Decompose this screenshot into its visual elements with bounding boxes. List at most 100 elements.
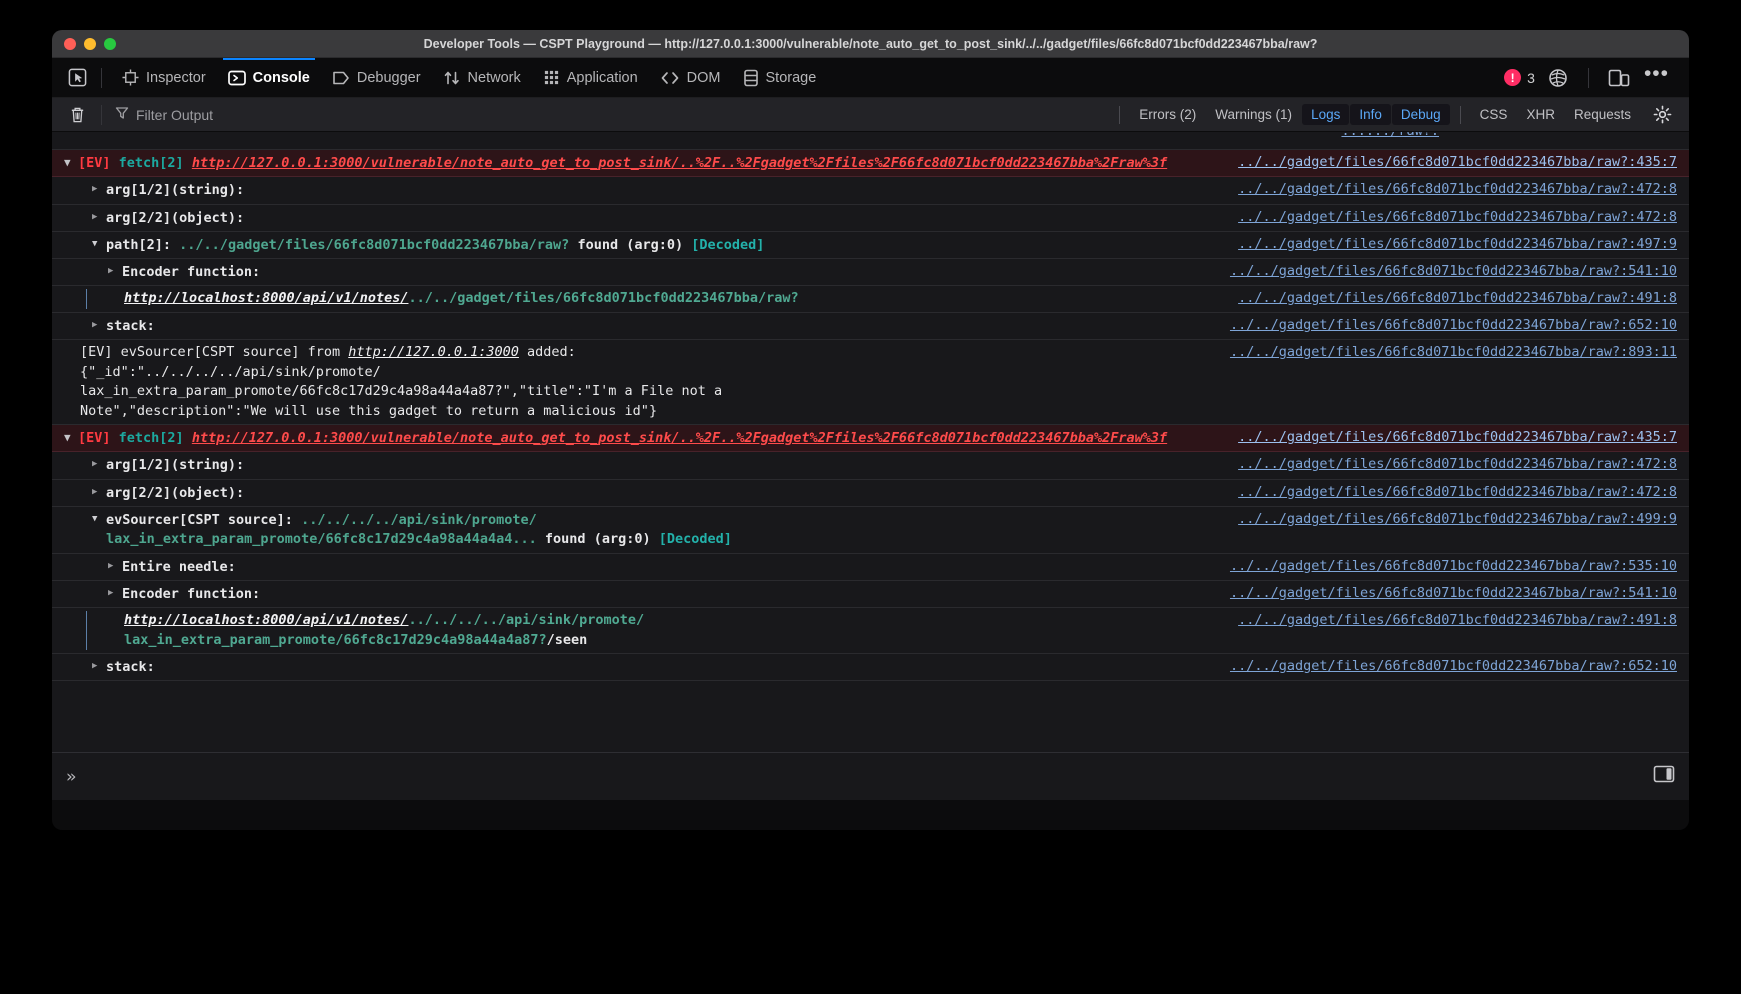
console-row-error[interactable]: ▼ [EV] fetch[2] http://127.0.0.1:3000/vul… xyxy=(52,150,1689,178)
source-link[interactable]: ../../gadget/files/66fc8d071bcf0dd223467… xyxy=(1216,657,1689,677)
expand-twisty[interactable]: ▶ xyxy=(108,584,122,604)
evsourcer-label: evSourcer[CSPT source]: xyxy=(106,511,293,528)
console-row-evsourcer-found[interactable]: ▼ evSourcer[CSPT source]: ../../../../api… xyxy=(52,507,1689,554)
responsive-design-mode-icon[interactable] xyxy=(1604,65,1634,91)
filter-placeholder: Filter Output xyxy=(136,106,214,123)
expand-twisty[interactable]: ▶ xyxy=(92,455,106,475)
filter-xhr-button[interactable]: XHR xyxy=(1517,104,1564,125)
source-link[interactable]: ../../gadget/files/66fc8d071bcf0dd223467… xyxy=(1216,316,1689,336)
console-row-error[interactable]: ▼ [EV] fetch[2] http://127.0.0.1:3000/vul… xyxy=(52,425,1689,453)
tab-label: Console xyxy=(252,69,310,86)
filter-requests-button[interactable]: Requests xyxy=(1565,104,1640,125)
tab-console[interactable]: Console xyxy=(217,57,321,98)
console-row-encoder[interactable]: ▶ Encoder function: ../../gadget/files/66… xyxy=(52,259,1689,287)
console-output[interactable]: - - - - -------- ....../raw?: ▼[EV] fetc… xyxy=(52,132,1689,752)
console-row-url[interactable]: http://localhost:8000/api/v1/notes/ ../..… xyxy=(52,608,1689,654)
tab-storage[interactable]: Storage xyxy=(732,58,828,98)
minimize-window-button[interactable] xyxy=(84,37,96,50)
row-label: arg[1/2](string): xyxy=(106,182,245,198)
meatball-menu-icon[interactable]: ••• xyxy=(1640,63,1673,87)
expand-twisty[interactable]: ▶ xyxy=(92,657,106,677)
collapse-twisty[interactable]: ▼ xyxy=(92,235,106,255)
search-input[interactable]: Filter Output xyxy=(115,106,213,123)
url-suffix-cont: lax_in_extra_param_promote/66fc8c17d29c4… xyxy=(124,631,547,648)
tab-inspector[interactable]: Inspector xyxy=(111,58,217,98)
console-row-arg[interactable]: ▶ arg[1/2](string): ../../gadget/files/66… xyxy=(52,177,1689,205)
tab-network[interactable]: Network xyxy=(432,58,532,98)
expand-twisty[interactable]: ▶ xyxy=(92,180,106,200)
prompt-chevron-icon: » xyxy=(66,766,77,787)
evsourcer-prefix: [EV] evSourcer[CSPT source] from xyxy=(80,344,349,360)
close-window-button[interactable] xyxy=(64,37,76,50)
url-prefix[interactable]: http://localhost:8000/api/v1/notes/ xyxy=(124,612,408,628)
url-prefix[interactable]: http://localhost:8000/api/v1/notes/ xyxy=(124,290,408,306)
expand-twisty[interactable]: ▶ xyxy=(92,316,106,336)
element-picker-icon[interactable] xyxy=(62,65,92,91)
console-row-arg[interactable]: ▶ arg[2/2](object): ../../gadget/files/66… xyxy=(52,480,1689,507)
source-link[interactable]: ../../gadget/files/66fc8d071bcf0dd223467… xyxy=(1224,611,1689,631)
clipped-source-link[interactable]: ....../raw?: xyxy=(1341,132,1439,139)
source-link[interactable]: ../../gadget/files/66fc8d071bcf0dd223467… xyxy=(1216,343,1689,363)
console-row-arg[interactable]: ▶ arg[1/2](string): ../../gadget/files/66… xyxy=(52,452,1689,480)
console-row-needle[interactable]: ▶ Entire needle: ../../gadget/files/66fc8… xyxy=(52,554,1689,581)
zoom-window-button[interactable] xyxy=(104,37,116,50)
filter-info-button[interactable]: Info xyxy=(1350,104,1391,125)
tab-application[interactable]: Application xyxy=(532,58,649,98)
source-link[interactable]: ../../gadget/files/66fc8d071bcf0dd223467… xyxy=(1224,289,1689,309)
console-row-arg[interactable]: ▶ arg[2/2](object): ../../gadget/files/66… xyxy=(52,205,1689,232)
toolbar-right-group: ! 3 ••• xyxy=(1504,63,1677,91)
console-row-path[interactable]: ▼ path[2]: ../../gadget/files/66fc8d071bc… xyxy=(52,232,1689,259)
console-prompt-bar[interactable]: » xyxy=(52,752,1689,800)
collapse-twisty[interactable]: ▼ xyxy=(92,510,106,530)
evsourcer-path: ../../../../api/sink/promote/ xyxy=(301,511,537,528)
row-label: arg[1/2](string): xyxy=(106,457,245,473)
evsourcer-json-line: lax_in_extra_param_promote/66fc8c17d29c4… xyxy=(80,383,723,399)
event-url[interactable]: http://127.0.0.1:3000/vulnerable/note_au… xyxy=(192,155,1167,171)
source-link[interactable]: ../../gadget/files/66fc8d071bcf0dd223467… xyxy=(1224,180,1689,200)
tab-dom[interactable]: DOM xyxy=(649,58,732,98)
storage-icon xyxy=(743,69,759,87)
event-url[interactable]: http://127.0.0.1:3000/vulnerable/note_au… xyxy=(192,430,1167,446)
console-row-evsourcer-added[interactable]: [EV] evSourcer[CSPT source] from http://… xyxy=(52,340,1689,425)
filter-css-button[interactable]: CSS xyxy=(1471,104,1517,125)
expand-twisty[interactable]: ▶ xyxy=(92,208,106,228)
filter-debug-button[interactable]: Debug xyxy=(1391,104,1450,125)
source-link[interactable]: ../../gadget/files/66fc8d071bcf0dd223467… xyxy=(1224,235,1689,255)
error-count-badge[interactable]: ! 3 xyxy=(1504,69,1535,86)
expand-twisty[interactable]: ▶ xyxy=(108,557,122,577)
split-console-icon[interactable] xyxy=(1653,764,1675,789)
source-link[interactable]: ../../gadget/files/66fc8d071bcf0dd223467… xyxy=(1224,428,1689,448)
expand-twisty[interactable]: ▼ xyxy=(64,428,78,448)
devtools-window: Developer Tools — CSPT Playground — http… xyxy=(52,30,1689,830)
toolbar-divider-2 xyxy=(1587,67,1589,88)
gear-icon[interactable] xyxy=(1647,102,1677,128)
filter-warnings-button[interactable]: Warnings (1) xyxy=(1206,104,1301,125)
evsourcer-origin[interactable]: http://127.0.0.1:3000 xyxy=(348,344,519,360)
source-link[interactable]: ../../gadget/files/66fc8d071bcf0dd223467… xyxy=(1224,483,1689,503)
console-row-stack[interactable]: ▶ stack: ../../gadget/files/66fc8d071bcf0… xyxy=(52,313,1689,340)
console-row-clipped: - - - - -------- ....../raw?: xyxy=(52,132,1689,150)
reader-mode-icon[interactable] xyxy=(1543,65,1573,91)
source-link[interactable]: ../../gadget/files/66fc8d071bcf0dd223467… xyxy=(1216,557,1689,577)
tab-debugger[interactable]: Debugger xyxy=(321,58,432,98)
console-row-encoder[interactable]: ▶ Encoder function: ../../gadget/files/66… xyxy=(52,581,1689,608)
console-row-url[interactable]: http://localhost:8000/api/v1/notes/../..… xyxy=(52,286,1689,313)
expand-twisty[interactable]: ▶ xyxy=(108,262,122,282)
source-link[interactable]: ../../gadget/files/66fc8d071bcf0dd223467… xyxy=(1216,584,1689,604)
error-badge-icon: ! xyxy=(1504,69,1522,86)
filter-errors-button[interactable]: Errors (2) xyxy=(1130,104,1205,125)
source-link[interactable]: ../../gadget/files/66fc8d071bcf0dd223467… xyxy=(1224,208,1689,228)
source-link[interactable]: ../../gadget/files/66fc8d071bcf0dd223467… xyxy=(1216,262,1689,282)
source-link[interactable]: ../../gadget/files/66fc8d071bcf0dd223467… xyxy=(1224,510,1689,530)
filter-logs-button[interactable]: Logs xyxy=(1302,104,1350,125)
tab-label: DOM xyxy=(686,69,721,86)
expand-twisty[interactable]: ▶ xyxy=(92,483,106,503)
decoded-badge: [Decoded] xyxy=(691,236,765,253)
source-link[interactable]: ../../gadget/files/66fc8d071bcf0dd223467… xyxy=(1224,455,1689,475)
url-suffix: ../../gadget/files/66fc8d071bcf0dd223467… xyxy=(408,290,799,307)
expand-twisty[interactable]: ▼ xyxy=(64,153,78,173)
console-row-stack[interactable]: ▶ stack: ../../gadget/files/66fc8d071bcf0… xyxy=(52,654,1689,682)
source-link[interactable]: ../../gadget/files/66fc8d071bcf0dd223467… xyxy=(1224,153,1689,173)
row-label: Encoder function: xyxy=(122,263,261,280)
trash-icon[interactable] xyxy=(62,102,92,128)
